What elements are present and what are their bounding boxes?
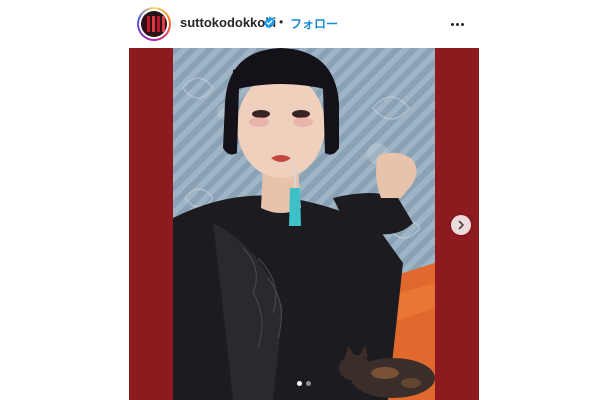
post-photo <box>173 48 435 400</box>
post-media[interactable] <box>129 48 479 400</box>
more-options-button[interactable] <box>446 14 468 34</box>
photo-illustration <box>173 48 435 400</box>
carousel-indicator <box>297 381 311 386</box>
separator-dot: • <box>279 15 284 29</box>
carousel-dot-active <box>297 381 302 386</box>
username-link[interactable]: suttokodokkoiii <box>180 15 276 30</box>
carousel-dot <box>306 381 311 386</box>
follow-button[interactable]: フォロー <box>290 15 338 32</box>
more-options-icon <box>450 22 454 26</box>
avatar-image <box>141 11 167 37</box>
chevron-right-icon <box>458 220 464 230</box>
verified-badge-icon <box>264 16 275 29</box>
profile-avatar[interactable] <box>137 7 171 41</box>
next-slide-button[interactable] <box>451 215 471 235</box>
post-header: suttokodokkoiii • フォロー <box>0 0 610 48</box>
